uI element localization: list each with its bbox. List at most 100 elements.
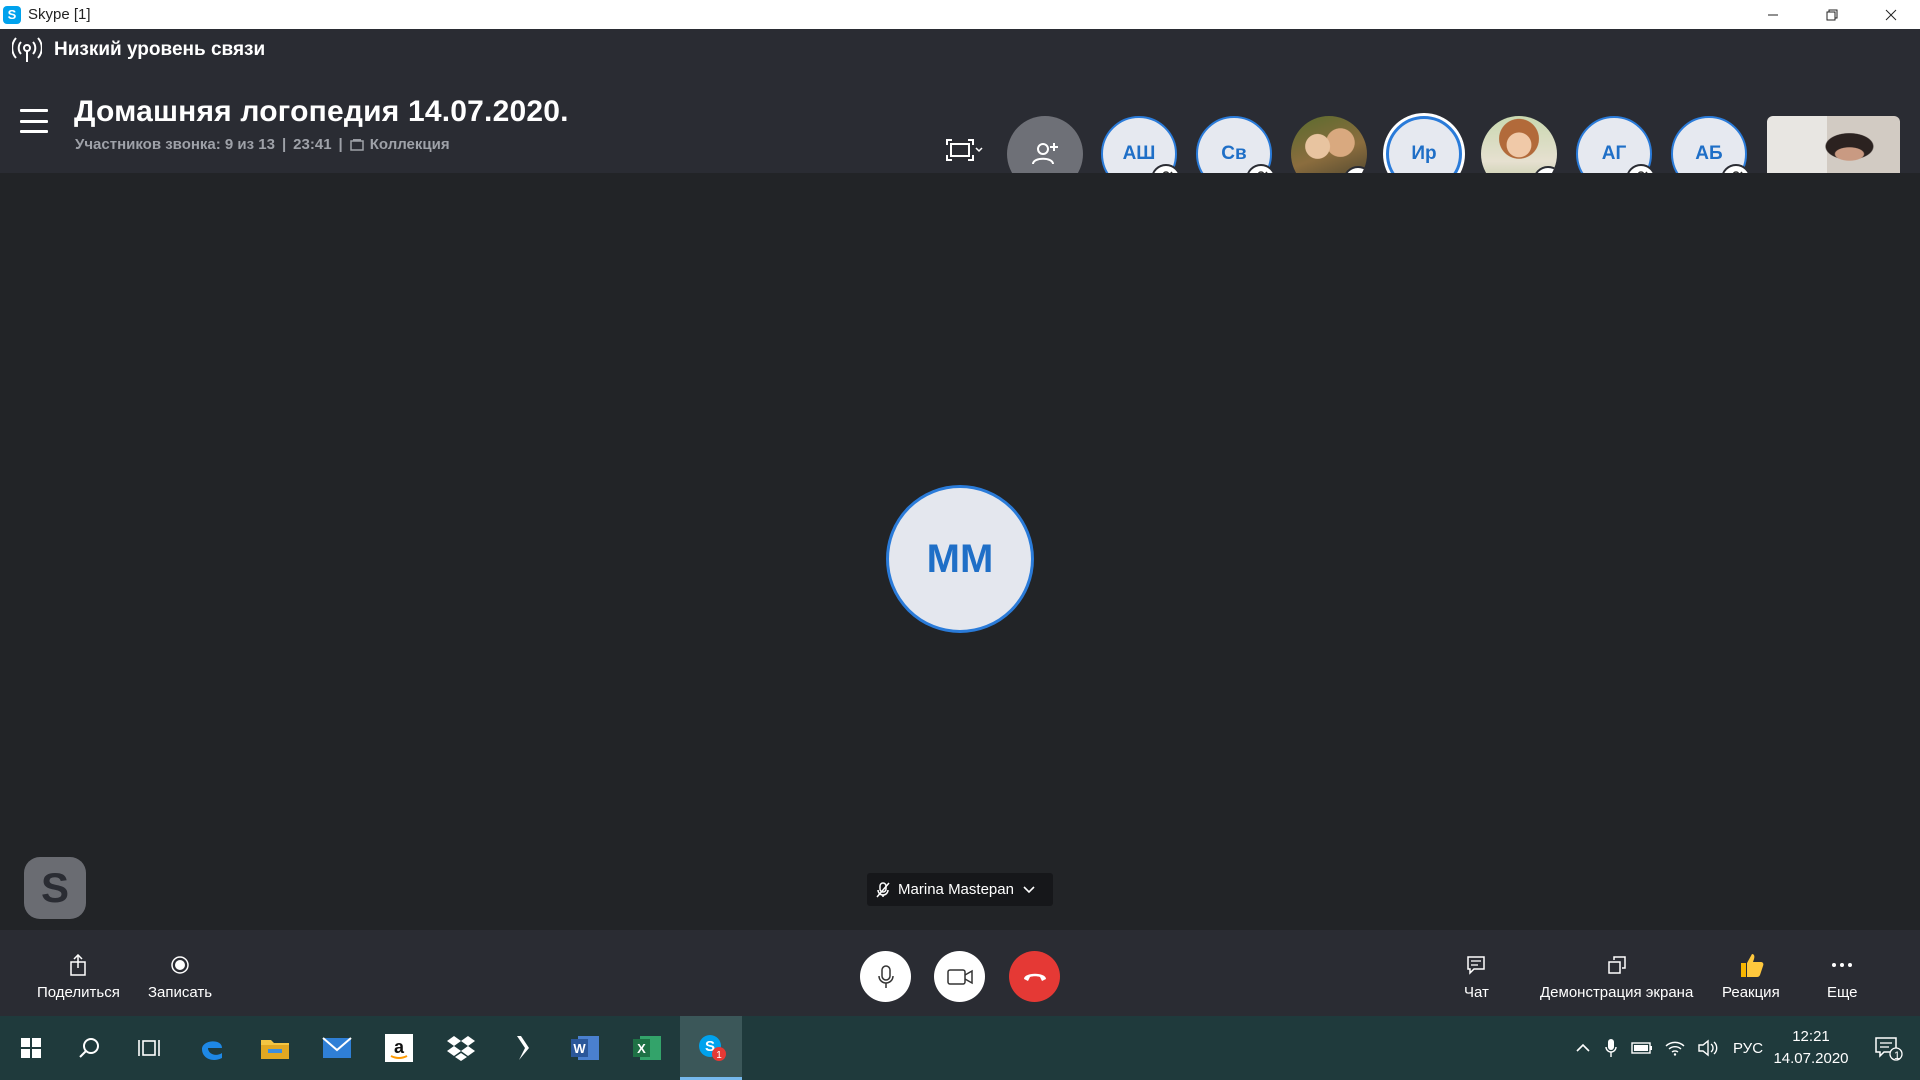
folder-icon [261, 1040, 289, 1059]
taskbar-mail[interactable] [306, 1016, 368, 1080]
skype-app-icon: S [3, 5, 21, 24]
more-dots-icon [1832, 963, 1853, 967]
participant-initials: АБ [1695, 143, 1723, 164]
skype-logo-icon: S [24, 857, 86, 919]
amazon-icon: a [385, 1034, 413, 1062]
windows-taskbar: a W X S1 РУС 12:21 14.07.2020 1 [0, 1016, 1920, 1080]
speaker-name-tag[interactable]: Marina Mastepan [867, 873, 1053, 906]
signal-broadcast-icon [12, 37, 42, 62]
connection-quality-label: Низкий уровень связи [54, 39, 266, 60]
search-button[interactable] [58, 1016, 120, 1080]
chevron-up-icon[interactable] [1575, 1043, 1591, 1053]
screen-share-button[interactable]: Демонстрация экрана [1540, 952, 1693, 1001]
chevron-down-icon [1023, 885, 1035, 893]
screen-share-icon [1607, 956, 1626, 974]
excel-icon: X [633, 1036, 661, 1060]
participant-initials: АГ [1601, 143, 1627, 164]
call-header: Низкий уровень связи Домашняя логопедия … [0, 29, 1920, 194]
clock-time: 12:21 [1792, 1028, 1830, 1045]
chat-label: Чат [1464, 984, 1489, 1001]
reaction-label: Реакция [1722, 984, 1780, 1001]
microphone-icon [877, 964, 894, 988]
share-label: Поделиться [37, 984, 120, 1001]
mic-muted-icon [876, 881, 890, 897]
separator: | [281, 136, 287, 153]
main-speaker-initials: MM [926, 536, 994, 581]
screen-share-label: Демонстрация экрана [1540, 984, 1694, 1001]
call-duration: 23:41 [293, 136, 332, 153]
menu-icon[interactable] [20, 109, 48, 133]
participant-initials: Св [1221, 143, 1247, 164]
add-person-icon [1032, 143, 1058, 165]
thumbs-up-icon [1740, 954, 1764, 977]
video-camera-icon [946, 968, 973, 985]
taskbar-excel[interactable]: X [616, 1016, 678, 1080]
record-button[interactable]: Записать [148, 952, 212, 1001]
word-icon: W [571, 1036, 599, 1060]
start-button[interactable] [0, 1016, 62, 1080]
taskbar-file-explorer[interactable] [244, 1016, 306, 1080]
window-title: Skype [1] [28, 6, 91, 23]
system-tray: РУС [1575, 1016, 1763, 1080]
connection-quality-indicator[interactable]: Низкий уровень связи [12, 37, 265, 63]
separator: | [338, 136, 343, 153]
microphone-icon[interactable] [1605, 1038, 1617, 1058]
window-titlebar: S Skype [1] [0, 0, 1920, 29]
notification-count: 1 [1894, 1050, 1901, 1062]
battery-icon[interactable] [1631, 1042, 1653, 1054]
taskbar-edge[interactable] [181, 1016, 243, 1080]
share-button[interactable]: Поделиться [37, 952, 120, 1001]
taskbar-app-lightning[interactable] [492, 1016, 554, 1080]
main-speaker-avatar[interactable]: MM [886, 485, 1034, 633]
more-label: Еще [1827, 984, 1858, 1001]
hang-up-icon [1023, 973, 1046, 981]
participant-initials: Ир [1411, 143, 1437, 164]
record-icon [171, 956, 189, 974]
chat-icon [1467, 956, 1486, 975]
system-clock[interactable]: 12:21 14.07.2020 [1772, 1026, 1850, 1070]
gallery-link[interactable]: Коллекция [370, 136, 450, 153]
close-window-button[interactable] [1861, 0, 1920, 29]
windows-logo-icon [21, 1038, 41, 1058]
call-title: Домашняя логопедия 14.07.2020. [74, 95, 569, 128]
volume-icon[interactable] [1697, 1039, 1719, 1057]
gallery-icon [350, 138, 364, 151]
input-language[interactable]: РУС [1733, 1040, 1763, 1057]
microphone-button[interactable] [860, 951, 911, 1002]
more-options-button[interactable]: Еще [1827, 952, 1858, 1001]
svg-text:W: W [573, 1041, 586, 1056]
layout-switcher-button[interactable] [946, 139, 984, 161]
task-view-icon [138, 1040, 160, 1056]
taskbar-word[interactable]: W [554, 1016, 616, 1080]
reaction-button[interactable]: Реакция [1722, 952, 1780, 1001]
end-call-button[interactable] [1009, 951, 1060, 1002]
record-label: Записать [148, 984, 213, 1001]
svg-text:a: a [394, 1037, 405, 1057]
svg-text:X: X [637, 1041, 646, 1056]
chat-button[interactable]: Чат [1464, 952, 1489, 1001]
taskbar-amazon[interactable]: a [368, 1016, 430, 1080]
search-icon [79, 1038, 99, 1058]
wifi-icon[interactable] [1665, 1040, 1685, 1056]
taskbar-skype[interactable]: S1 [680, 1016, 742, 1080]
minimize-button[interactable] [1743, 0, 1802, 29]
fullscreen-frame-icon [946, 139, 974, 161]
skype-badge-count: 1 [716, 1050, 722, 1061]
share-icon [70, 954, 87, 976]
mail-icon [322, 1037, 352, 1058]
skype-icon: S1 [699, 1034, 726, 1061]
dropbox-icon [447, 1036, 475, 1061]
clock-date: 14.07.2020 [1773, 1050, 1849, 1067]
restore-button[interactable] [1802, 0, 1861, 29]
task-view-button[interactable] [118, 1016, 180, 1080]
taskbar-dropbox[interactable] [430, 1016, 492, 1080]
action-center-button[interactable]: 1 [1858, 1016, 1920, 1080]
camera-button[interactable] [934, 951, 985, 1002]
call-controls-bar: Поделиться Записать Чат Демонстрация экр… [0, 930, 1920, 1016]
participants-count: Участников звонка: 9 из 13 [75, 136, 275, 153]
window-controls [1743, 0, 1920, 29]
participant-initials: АШ [1122, 143, 1156, 164]
speaker-name: Marina Mastepan [898, 881, 1014, 898]
lightning-app-icon [517, 1036, 529, 1060]
call-subtitle: Участников звонка: 9 из 13 | 23:41 | Кол… [75, 136, 450, 153]
